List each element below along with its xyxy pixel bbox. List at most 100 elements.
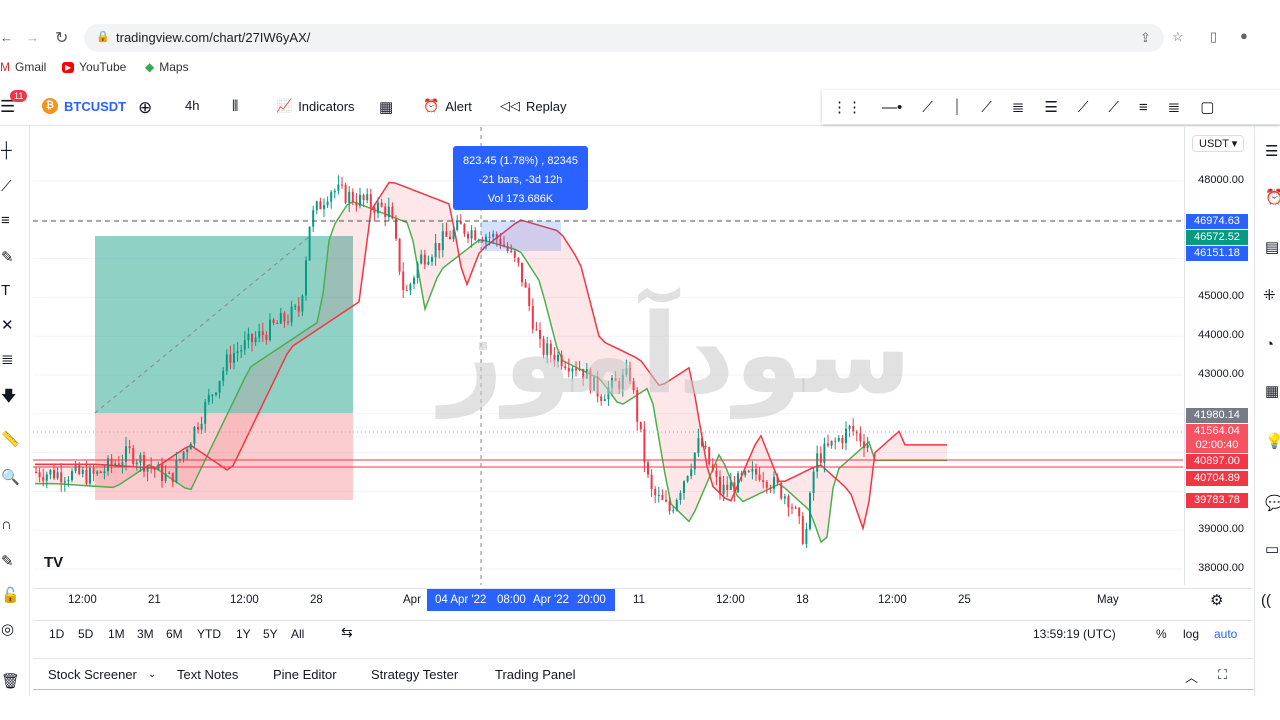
alarm-icon: ⏰ bbox=[423, 98, 440, 113]
clock-time[interactable]: 13:59:19 (UTC) bbox=[1033, 627, 1116, 641]
streams-icon[interactable]: ▭ bbox=[1265, 540, 1279, 558]
brush-icon[interactable]: ✎ bbox=[1, 248, 14, 266]
rectangle-icon[interactable]: ▢ bbox=[1200, 98, 1214, 116]
tab-strategy-tester[interactable]: Strategy Tester bbox=[371, 667, 458, 682]
collapse-icon[interactable]: ︿ bbox=[1185, 667, 1198, 686]
news-icon[interactable]: ▤ bbox=[1265, 238, 1279, 256]
indicators-button[interactable]: 📈 Indicators bbox=[276, 98, 355, 114]
alert-button[interactable]: ⏰ Alert bbox=[423, 98, 472, 114]
log-toggle[interactable]: log bbox=[1183, 627, 1199, 641]
text-icon[interactable]: T bbox=[1, 282, 10, 299]
candle-body bbox=[236, 351, 239, 353]
range-5y[interactable]: 5Y bbox=[263, 627, 278, 641]
time-selection: 04 Apr '22 08:00 Apr '22 20:00 bbox=[427, 589, 615, 611]
range-all[interactable]: All bbox=[291, 627, 304, 641]
address-bar[interactable]: tradingview.com/chart/27IW6yAX/ bbox=[84, 24, 1164, 52]
price-label: 46572.52 bbox=[1186, 230, 1248, 245]
bookmark-youtube[interactable]: ▶ YouTube bbox=[62, 60, 126, 74]
sidepanel-icon[interactable]: ▯ bbox=[1210, 29, 1217, 45]
lock-drawing-icon[interactable]: ✎ bbox=[1, 552, 14, 570]
replay-button[interactable]: ◁◁ Replay bbox=[500, 98, 566, 114]
candle-body bbox=[143, 455, 145, 472]
range-ytd[interactable]: YTD bbox=[197, 627, 221, 641]
brush-icon[interactable]: ⟋ bbox=[1078, 99, 1089, 116]
range-3m[interactable]: 3M bbox=[137, 627, 154, 641]
chat-icon[interactable]: 💬 bbox=[1265, 494, 1280, 512]
visibility-icon[interactable]: ◎ bbox=[1, 620, 14, 638]
vertical-line-icon[interactable]: ⏐ bbox=[953, 99, 962, 116]
range-1m[interactable]: 1M bbox=[108, 627, 125, 641]
range-1y[interactable]: 1Y bbox=[236, 627, 251, 641]
candle-body bbox=[830, 440, 833, 446]
lock-icon[interactable]: 🔓 bbox=[1, 586, 20, 604]
trash-icon[interactable]: 🗑 bbox=[1, 672, 20, 690]
lines-icon[interactable]: ≡ bbox=[1139, 99, 1148, 116]
tradingview-logo-icon[interactable]: TV bbox=[44, 554, 63, 571]
ruler-icon[interactable]: 📏 bbox=[1, 430, 20, 448]
bookmark-gmail[interactable]: M Gmail bbox=[0, 60, 46, 74]
candle-body bbox=[355, 201, 358, 206]
zoom-icon[interactable]: 🔍 bbox=[1, 468, 20, 486]
ruler-icon[interactable]: ≣ bbox=[1168, 98, 1181, 116]
range-1d[interactable]: 1D bbox=[49, 627, 64, 641]
fib-retracement-icon[interactable]: ≡ bbox=[1, 212, 10, 229]
candle-body bbox=[35, 472, 37, 473]
horizontal-ray-icon[interactable]: —• bbox=[882, 99, 902, 116]
price-axis[interactable]: 48000.00 45000.00 44000.00 43000.00 39000.00… bbox=[1184, 127, 1252, 585]
ray-icon[interactable]: ⟋ bbox=[981, 99, 992, 116]
candle-body bbox=[521, 262, 523, 283]
data-window-icon[interactable]: ⁜ bbox=[1263, 286, 1276, 304]
candle-body bbox=[211, 394, 214, 396]
reload-icon[interactable]: ↻ bbox=[55, 28, 68, 48]
share-icon[interactable]: ⇪ bbox=[1140, 30, 1151, 46]
trend-line-icon[interactable]: ⟋ bbox=[922, 99, 933, 116]
tab-trading-panel[interactable]: Trading Panel bbox=[495, 667, 575, 682]
bookmark-maps[interactable]: ◆ Maps bbox=[145, 60, 189, 74]
tab-text-notes[interactable]: Text Notes bbox=[177, 667, 238, 682]
magnet-icon[interactable]: ∩ bbox=[1, 516, 12, 533]
trendline-icon[interactable]: ⟋ bbox=[1, 178, 12, 195]
pattern-icon[interactable]: ✕ bbox=[1, 316, 14, 334]
maximize-icon[interactable]: ⛶ bbox=[1218, 667, 1227, 683]
auto-toggle[interactable]: auto bbox=[1214, 627, 1237, 641]
channel-icon[interactable]: ≣ bbox=[1012, 98, 1025, 116]
candle-body bbox=[737, 473, 739, 493]
candle-body bbox=[207, 395, 210, 403]
compare-add-icon[interactable]: ⊕ bbox=[138, 98, 152, 118]
candle-body bbox=[657, 495, 660, 497]
chevron-down-icon[interactable]: ⌄ bbox=[148, 669, 156, 680]
date-range-icon[interactable]: ⇆ bbox=[341, 624, 353, 641]
prediction-icon[interactable]: ≣ bbox=[1, 350, 14, 368]
layouts-icon[interactable]: ▦ bbox=[379, 98, 393, 116]
candle-body bbox=[704, 445, 707, 448]
settings-icon[interactable]: ⚙ bbox=[1210, 591, 1223, 609]
crosshair-icon[interactable]: ┼ bbox=[1, 142, 12, 159]
fib-icon[interactable]: ☰ bbox=[1044, 98, 1057, 116]
profile-icon[interactable]: ● bbox=[1240, 28, 1248, 43]
range-5d[interactable]: 5D bbox=[78, 627, 93, 641]
candle-body bbox=[524, 282, 527, 288]
forward-icon[interactable]: → bbox=[26, 30, 39, 45]
broadcast-icon[interactable]: (( bbox=[1261, 592, 1271, 609]
candle-body bbox=[517, 257, 520, 263]
alerts-icon[interactable]: ⏰ bbox=[1265, 188, 1280, 206]
symbol-search[interactable]: ₿ BTCUSDT bbox=[42, 98, 126, 114]
hotlist-icon[interactable]: ◔ bbox=[1265, 336, 1274, 353]
percent-toggle[interactable]: % bbox=[1156, 627, 1167, 641]
path-icon[interactable]: ⟋ bbox=[1108, 99, 1119, 116]
time-axis[interactable]: 12:00 21 12:00 28 Apr 11 12:00 18 12:00 25 May 04 A… bbox=[33, 588, 1253, 612]
interval-button[interactable]: 4h bbox=[185, 98, 199, 113]
candles-icon[interactable]: ⫴ bbox=[232, 98, 238, 115]
tab-pine-editor[interactable]: Pine Editor bbox=[273, 667, 337, 682]
drag-handle-icon[interactable]: ⋮⋮ bbox=[832, 98, 862, 116]
currency-selector[interactable]: USDT ▾ bbox=[1192, 135, 1245, 152]
watchlist-icon[interactable]: ☰ bbox=[1265, 142, 1278, 160]
star-icon[interactable]: ☆ bbox=[1172, 29, 1184, 45]
calendar-icon[interactable]: ▦ bbox=[1265, 382, 1279, 400]
candle-body bbox=[351, 191, 354, 202]
back-icon[interactable]: ← bbox=[0, 30, 13, 45]
arrow-down-icon[interactable]: 🡇 bbox=[1, 386, 16, 411]
tab-stock-screener[interactable]: Stock Screener bbox=[48, 667, 137, 682]
ideas-icon[interactable]: 💡 bbox=[1265, 432, 1280, 450]
range-6m[interactable]: 6M bbox=[166, 627, 183, 641]
